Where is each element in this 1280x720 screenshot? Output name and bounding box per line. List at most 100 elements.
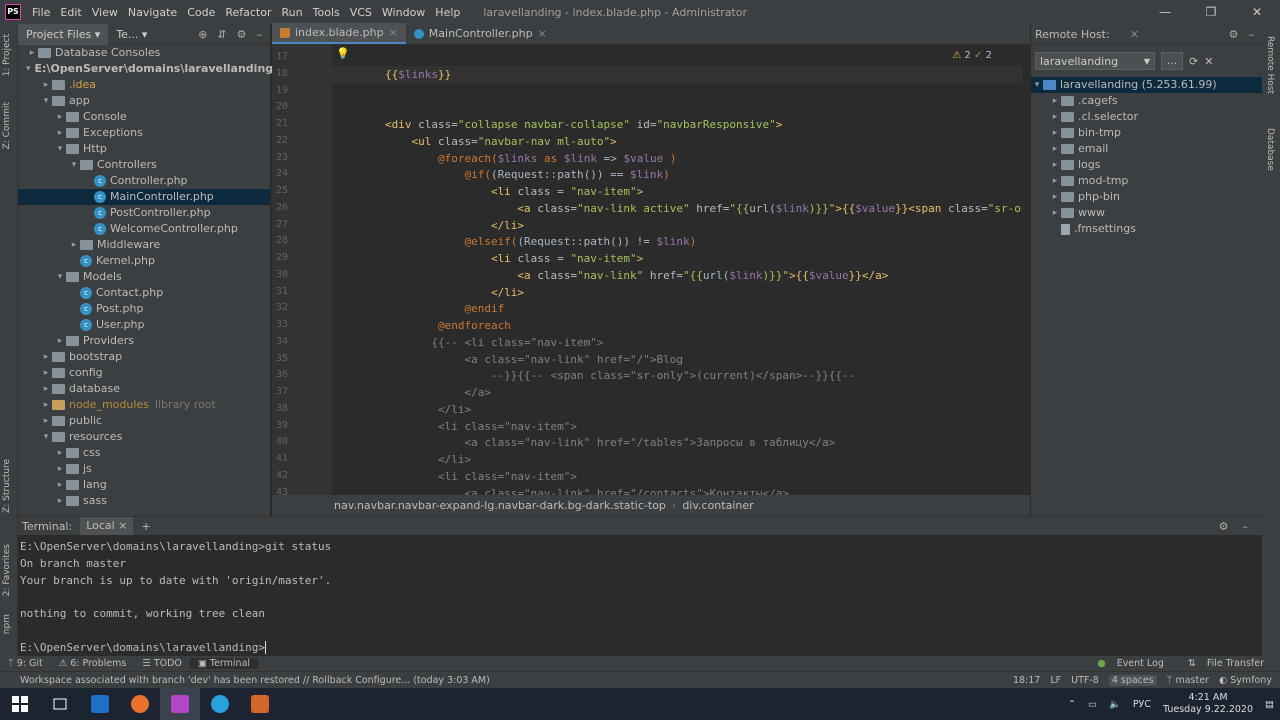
menu-file[interactable]: File (27, 6, 55, 19)
favorites-tool-button[interactable]: 2: Favorites (2, 544, 12, 596)
tool-window-terminal[interactable]: ▣ Terminal (189, 658, 259, 669)
file-encoding[interactable]: UTF-8 (1071, 675, 1099, 686)
tree-item[interactable]: c PostController.php (18, 205, 270, 221)
tab-main-controller[interactable]: MainController.php × (406, 23, 555, 44)
app-logo-icon[interactable]: PS (5, 4, 21, 20)
tree-item[interactable]: ▾ Models (18, 269, 270, 285)
tree-item[interactable]: c User.php (18, 317, 270, 333)
tree-item[interactable]: ▸ node_modules library root (18, 397, 270, 413)
chevron-right-icon[interactable]: ▸ (54, 109, 66, 125)
chevron-right-icon[interactable]: ▸ (40, 413, 52, 429)
chevron-right-icon[interactable]: ▸ (1049, 141, 1061, 157)
tree-item[interactable]: ▸ bootstrap (18, 349, 270, 365)
remote-root[interactable]: ▾ laravellanding (5.253.61.99) (1031, 77, 1262, 93)
tree-item[interactable]: ▸ Exceptions (18, 125, 270, 141)
menu-vcs[interactable]: VCS (345, 6, 377, 19)
menu-edit[interactable]: Edit (55, 6, 86, 19)
notification-icon[interactable]: ▤ (1265, 699, 1274, 710)
chevron-right-icon[interactable]: ▸ (1049, 157, 1061, 173)
tree-item[interactable]: c Controller.php (18, 173, 270, 189)
chevron-right-icon[interactable]: ▸ (1049, 189, 1061, 205)
chevron-right-icon[interactable]: ▸ (68, 237, 80, 253)
tree-item[interactable]: ▸ public (18, 413, 270, 429)
telegram-icon[interactable] (200, 688, 240, 720)
chevron-right-icon[interactable]: ▸ (54, 333, 66, 349)
chevron-right-icon[interactable]: ▸ (40, 77, 52, 93)
tree-item[interactable]: ▸ config (18, 365, 270, 381)
chevron-down-icon[interactable]: ▾ (26, 61, 31, 77)
chevron-right-icon[interactable]: ▸ (26, 45, 38, 61)
indent-setting[interactable]: 4 spaces (1108, 674, 1157, 686)
bulb-icon[interactable]: 💡 (336, 47, 350, 60)
menu-tools[interactable]: Tools (308, 6, 345, 19)
outlook-icon[interactable] (80, 688, 120, 720)
tree-item[interactable]: ▾ app (18, 93, 270, 109)
menu-navigate[interactable]: Navigate (123, 6, 182, 19)
gear-icon[interactable]: ⚙ (237, 28, 247, 41)
refresh-icon[interactable]: ⟳ (1189, 55, 1198, 68)
tool-window-9-git[interactable]: ᛘ 9: Git (0, 658, 51, 669)
database-tool-button[interactable]: Database (1265, 128, 1275, 171)
chevron-right-icon[interactable]: ▸ (1049, 125, 1061, 141)
remote-item[interactable]: ▸ bin-tmp (1031, 125, 1262, 141)
project-tool-button[interactable]: 1: Project (2, 34, 12, 76)
remote-item[interactable]: ▸ mod-tmp (1031, 173, 1262, 189)
menu-window[interactable]: Window (377, 6, 430, 19)
structure-tool-button[interactable]: Z: Structure (2, 459, 12, 513)
firefox-icon[interactable] (120, 688, 160, 720)
chevron-down-icon[interactable]: ▾ (54, 269, 66, 285)
tree-item[interactable]: c WelcomeController.php (18, 221, 270, 237)
file-transfer-button[interactable]: ⇅ File Transfer (1180, 658, 1280, 669)
volume-icon[interactable]: 🔈 (1109, 699, 1121, 710)
commit-tool-button[interactable]: Z: Commit (2, 102, 12, 149)
gear-icon[interactable]: ⚙ (1229, 28, 1239, 41)
chevron-down-icon[interactable]: ▾ (40, 93, 52, 109)
remote-item[interactable]: ▸ www (1031, 205, 1262, 221)
tab-project-files[interactable]: Project Files ▾ (18, 23, 109, 45)
chevron-up-icon[interactable]: ⌃ (1068, 699, 1076, 710)
close-icon[interactable]: ✕ (1130, 28, 1139, 41)
language-indicator[interactable]: РУС (1133, 699, 1151, 710)
chevron-right-icon[interactable]: ▸ (40, 381, 52, 397)
breadcrumb-item[interactable]: div.container (682, 499, 753, 512)
chevron-right-icon[interactable]: ▸ (1049, 93, 1061, 109)
code-area[interactable]: {{$links}} <div class="collapse navbar-c… (332, 45, 1022, 495)
chevron-right-icon[interactable]: ▸ (1049, 109, 1061, 125)
tree-item[interactable]: ▸ sass (18, 493, 270, 509)
tree-item[interactable]: ▸ js (18, 461, 270, 477)
tree-item[interactable]: c Kernel.php (18, 253, 270, 269)
clock[interactable]: 4:21 AM Tuesday 9.22.2020 (1163, 692, 1253, 716)
locate-icon[interactable]: ⊕ (198, 28, 207, 41)
chevron-right-icon[interactable]: ▸ (54, 477, 66, 493)
tree-item[interactable]: ▸ Console (18, 109, 270, 125)
tree-item[interactable]: ▸ Database Consoles (18, 45, 270, 61)
hide-icon[interactable]: – (257, 28, 263, 41)
remote-item[interactable]: ▸ php-bin (1031, 189, 1262, 205)
tree-item[interactable]: ▸ .idea (18, 77, 270, 93)
tree-item[interactable]: ▾ Controllers (18, 157, 270, 173)
chevron-right-icon[interactable]: ▸ (54, 125, 66, 141)
remote-item[interactable]: ▸ .cagefs (1031, 93, 1262, 109)
event-log-button[interactable]: ● Event Log (1089, 658, 1180, 669)
framework-widget[interactable]: ◐ Symfony (1219, 675, 1272, 686)
tree-item[interactable]: ▸ Middleware (18, 237, 270, 253)
status-message[interactable]: Workspace associated with branch 'dev' h… (0, 675, 490, 686)
task-view-icon[interactable] (40, 688, 80, 720)
menu-refactor[interactable]: Refactor (220, 6, 276, 19)
chevron-right-icon[interactable]: ▸ (1049, 173, 1061, 189)
tree-item[interactable]: ▾ Http (18, 141, 270, 157)
minimize-button[interactable]: — (1142, 0, 1188, 24)
new-terminal-button[interactable]: + (141, 520, 150, 533)
more-button[interactable]: ... (1161, 52, 1183, 70)
tab-index-blade[interactable]: index.blade.php × (272, 23, 406, 44)
hide-icon[interactable]: – (1249, 28, 1255, 41)
tab-terminal-short[interactable]: Te... ▾ (108, 24, 155, 45)
tool-window-todo[interactable]: ☰ TODO (134, 658, 190, 669)
npm-tool-button[interactable]: npm (2, 614, 12, 634)
line-separator[interactable]: LF (1050, 675, 1061, 686)
close-tab-icon[interactable]: × (118, 519, 127, 532)
tree-item[interactable]: ▸ lang (18, 477, 270, 493)
collapse-all-icon[interactable]: ⇵ (217, 28, 226, 41)
menu-help[interactable]: Help (430, 6, 465, 19)
chevron-down-icon[interactable]: ▾ (68, 157, 80, 173)
